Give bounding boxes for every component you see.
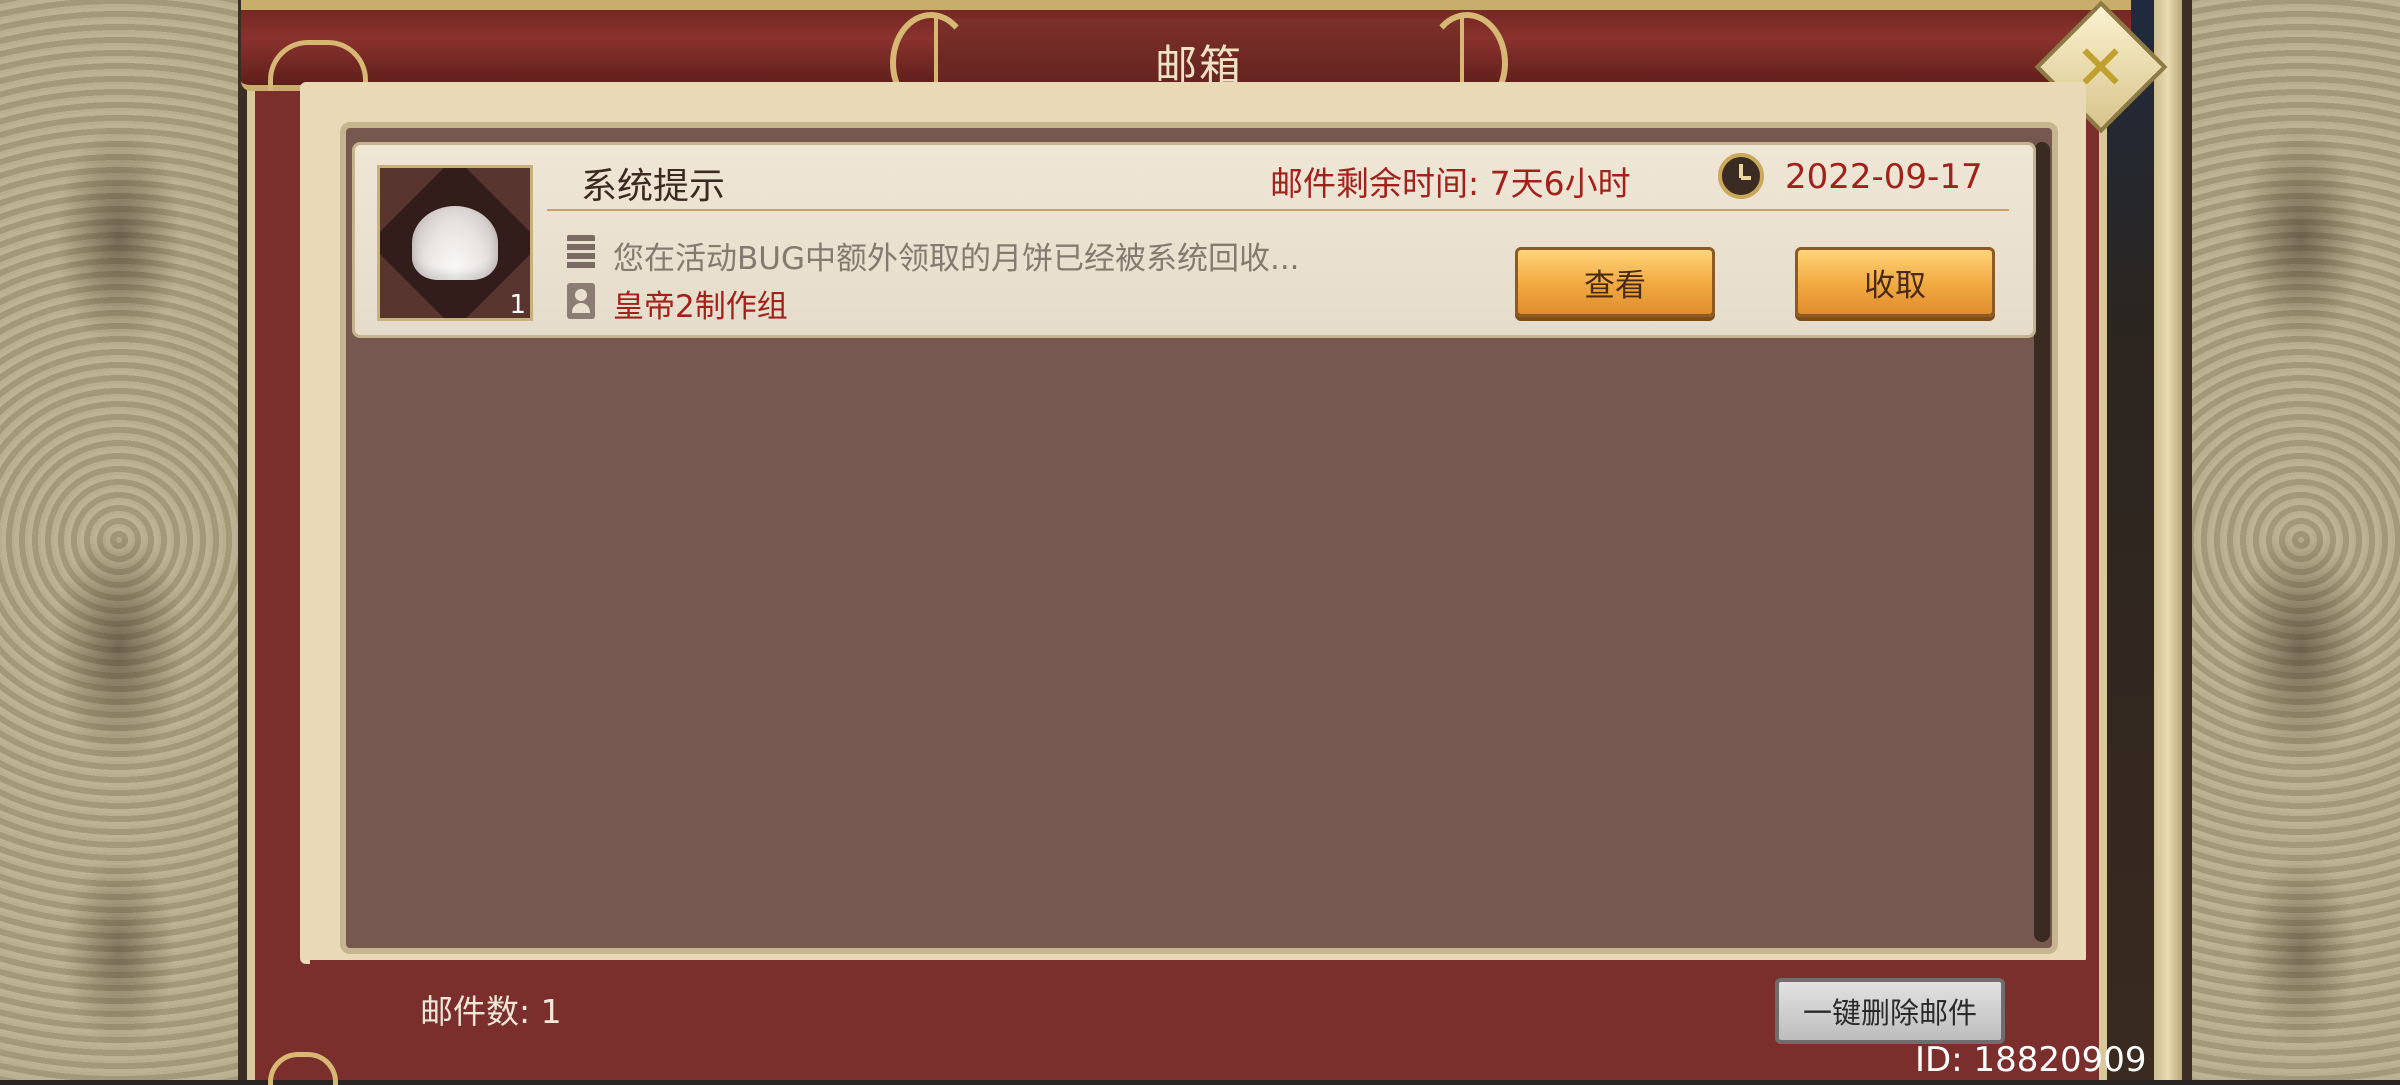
clock-icon xyxy=(1718,153,1764,199)
shell-icon xyxy=(412,206,498,280)
user-id: ID: 18820909 xyxy=(1915,1040,2147,1080)
right-panel-frame xyxy=(2154,0,2182,1080)
left-dragon-panel xyxy=(0,0,276,1080)
attachment-count: 1 xyxy=(509,290,526,320)
mail-item[interactable]: 1 系统提示 邮件剩余时间: 7天6小时 2022-09-17 您在活动BUG中… xyxy=(352,142,2036,338)
mail-title: 系统提示 xyxy=(581,166,726,207)
mail-list-scrollbar[interactable] xyxy=(2034,142,2050,942)
mail-sender: 皇帝2制作组 xyxy=(613,289,788,325)
person-icon xyxy=(567,283,595,319)
title-divider xyxy=(547,209,2009,211)
document-icon xyxy=(567,235,595,271)
remaining-time: 邮件剩余时间: 7天6小时 xyxy=(1270,164,1631,203)
mail-count: 邮件数: 1 xyxy=(420,992,562,1031)
attachment-slot[interactable]: 1 xyxy=(377,165,533,321)
view-button[interactable]: 查看 xyxy=(1515,247,1715,317)
mail-date: 2022-09-17 xyxy=(1785,157,1983,197)
mail-preview: 您在活动BUG中额外领取的月饼已经被系统回收... xyxy=(613,241,1300,277)
delete-all-button[interactable]: 一键删除邮件 xyxy=(1775,978,2005,1044)
right-dragon-panel xyxy=(2154,0,2400,1080)
collect-button[interactable]: 收取 xyxy=(1795,247,1995,317)
